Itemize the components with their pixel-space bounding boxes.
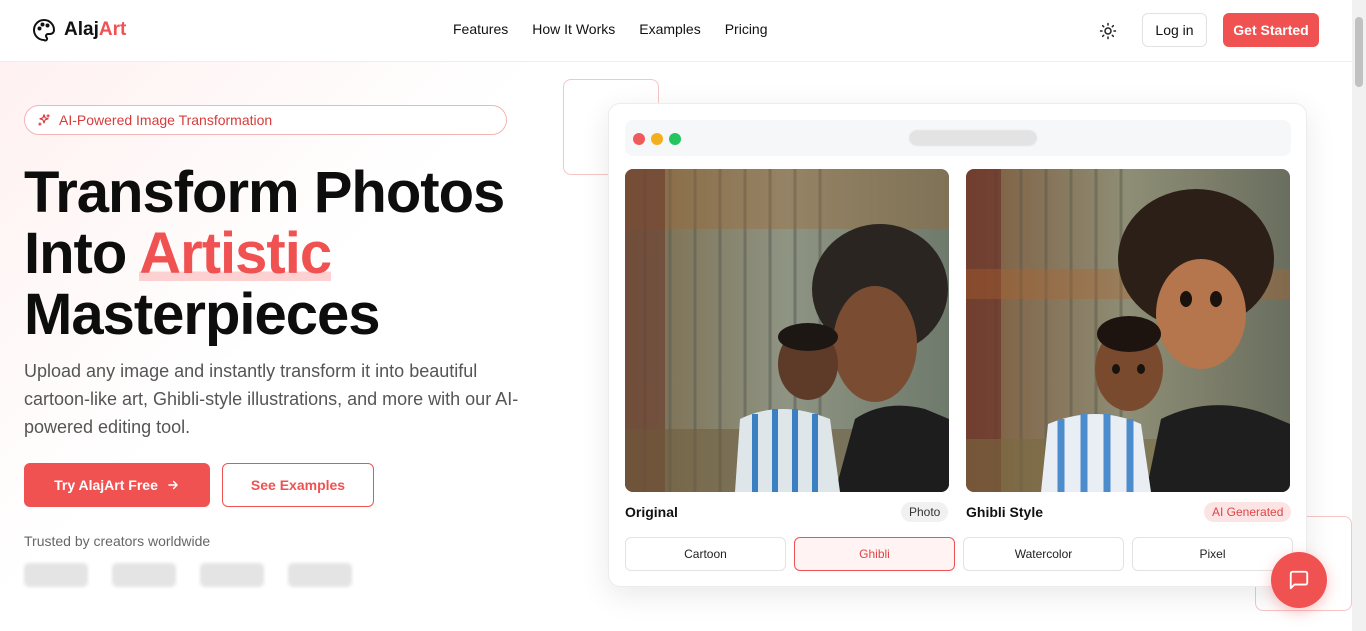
headline-line1: Transform Photos (24, 160, 505, 225)
hero-badge: AI-Powered Image Transformation (24, 105, 507, 135)
scrollbar-thumb[interactable] (1355, 17, 1363, 87)
nav-link-examples[interactable]: Examples (639, 21, 700, 37)
arrow-right-icon (168, 480, 178, 490)
palette-icon (33, 19, 55, 42)
window-minimize-dot (651, 133, 663, 145)
headline-line3: Masterpieces (24, 282, 381, 347)
headline-highlight: Artistic (139, 221, 332, 286)
nav-link-features[interactable]: Features (453, 21, 508, 37)
brand-name: Alaj (64, 19, 99, 40)
chat-button[interactable] (1271, 552, 1327, 608)
sun-icon (1099, 22, 1117, 40)
ai-generated-tag: AI Generated (1204, 502, 1292, 522)
partner-logo-placeholder (24, 563, 88, 587)
original-photo (625, 169, 949, 492)
trusted-text: Trusted by creators worldwide (24, 533, 211, 549)
get-started-button[interactable]: Get Started (1223, 13, 1319, 47)
style-option-watercolor[interactable]: Watercolor (963, 537, 1124, 571)
style-selector: Cartoon Ghibli Watercolor Pixel (625, 537, 1293, 571)
try-free-label: Try AlajArt Free (54, 477, 158, 493)
nav-link-how-it-works[interactable]: How It Works (532, 21, 615, 37)
original-label: Original (625, 504, 678, 520)
preview-card: Original Photo Ghibli Style AI Generated… (608, 103, 1307, 587)
brand-name-accent: Art (98, 19, 127, 40)
nav-links: Features How It Works Examples Pricing (453, 21, 768, 37)
address-bar-placeholder (909, 130, 1037, 146)
sparkles-icon (38, 114, 50, 126)
partner-logo-placeholder (200, 563, 264, 587)
headline-line2-prefix: Into (24, 221, 140, 286)
brand-logo[interactable]: AlajArt (32, 18, 126, 42)
window-titlebar (625, 120, 1291, 156)
window-maximize-dot (669, 133, 681, 145)
theme-toggle-button[interactable] (1096, 19, 1120, 43)
ghibli-style-label: Ghibli Style (966, 504, 1044, 520)
window-close-dot (633, 133, 645, 145)
page-scrollbar[interactable] (1352, 0, 1366, 631)
nav-link-pricing[interactable]: Pricing (725, 21, 768, 37)
login-button[interactable]: Log in (1142, 13, 1207, 47)
style-option-cartoon[interactable]: Cartoon (625, 537, 786, 571)
chat-bubble-icon (1289, 570, 1309, 590)
style-option-ghibli[interactable]: Ghibli (794, 537, 955, 571)
top-navbar: AlajArt Features How It Works Examples P… (0, 0, 1352, 62)
hero-badge-text: AI-Powered Image Transformation (59, 112, 273, 128)
partner-logos (24, 563, 352, 587)
try-free-button[interactable]: Try AlajArt Free (24, 463, 210, 507)
partner-logo-placeholder (112, 563, 176, 587)
style-option-pixel[interactable]: Pixel (1132, 537, 1293, 571)
photo-tag: Photo (901, 502, 949, 522)
hero-headline: Transform Photos Into Artistic Masterpie… (24, 162, 544, 345)
ghibli-style-image (966, 169, 1290, 492)
see-examples-button[interactable]: See Examples (222, 463, 374, 507)
hero-subtext: Upload any image and instantly transform… (24, 361, 519, 437)
partner-logo-placeholder (288, 563, 352, 587)
